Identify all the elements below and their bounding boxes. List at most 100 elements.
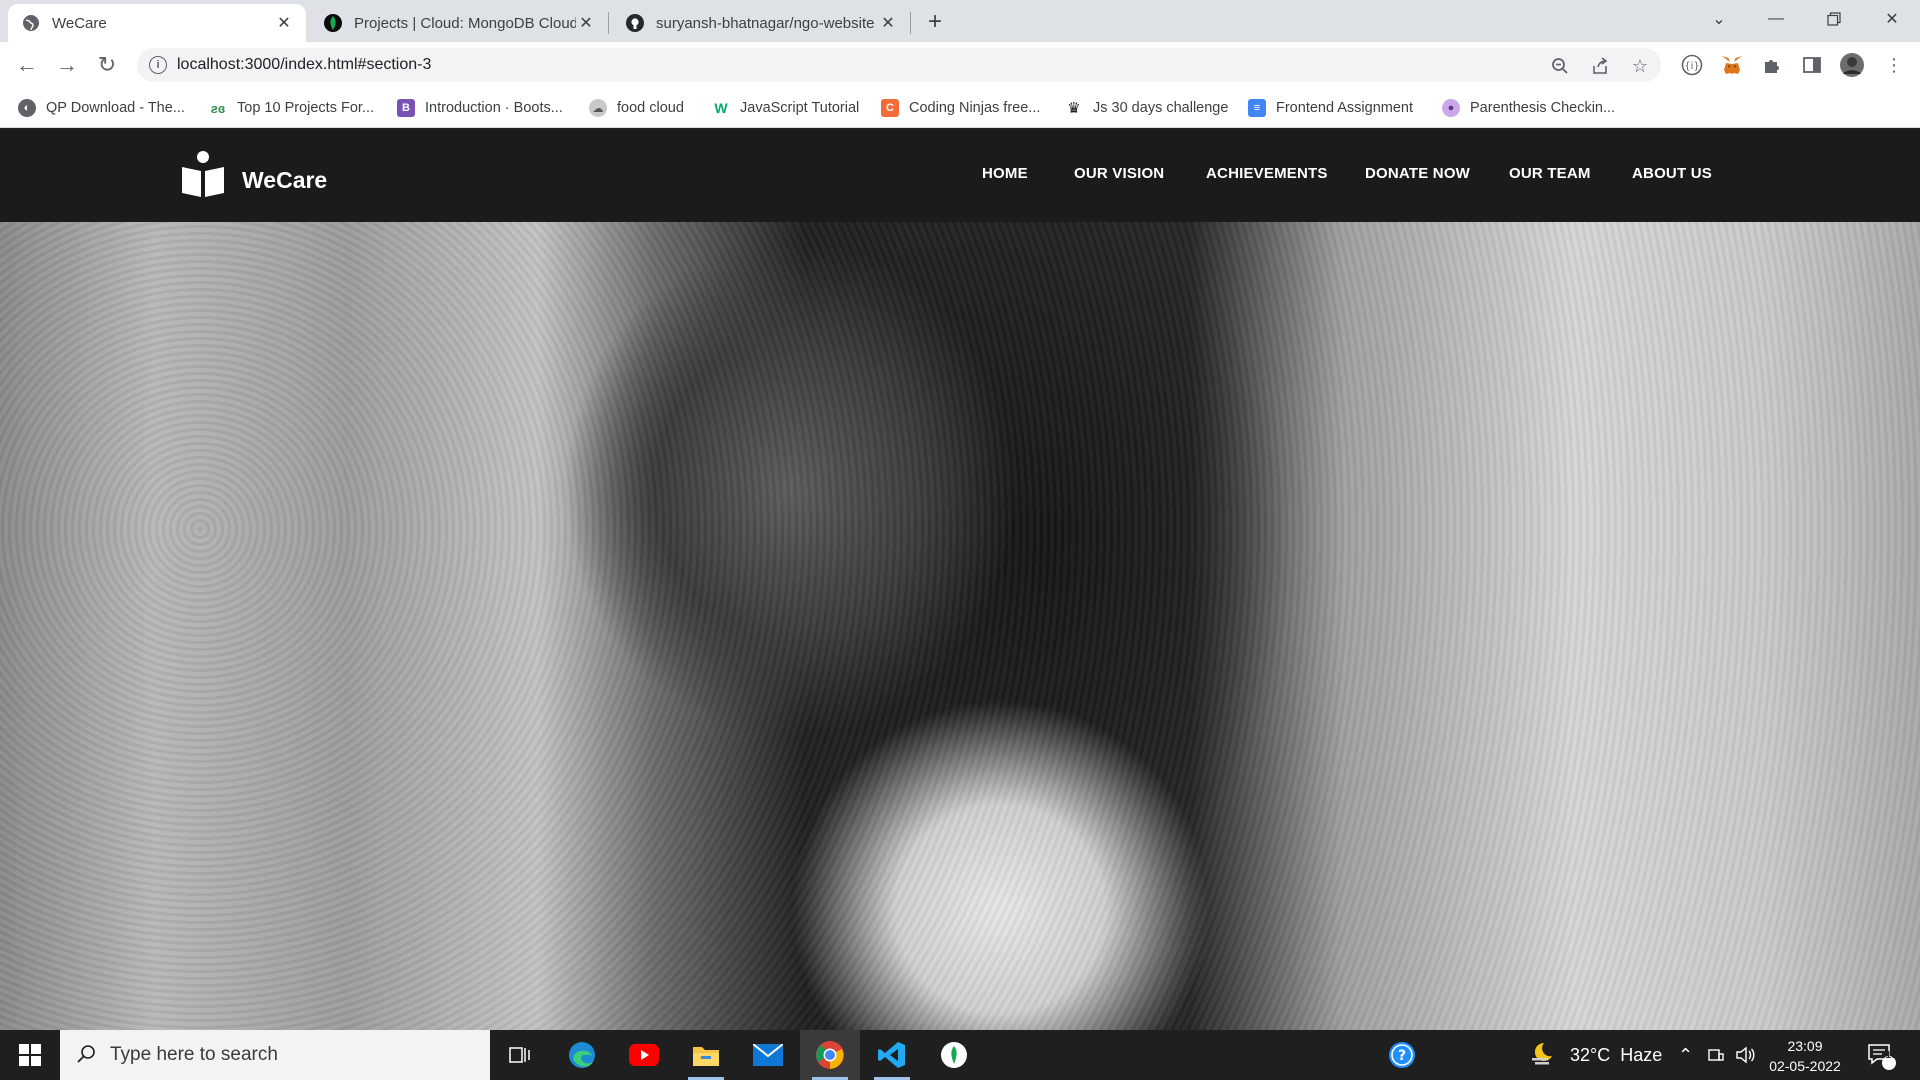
site-navbar: WeCare HOME OUR VISION ACHIEVEMENTS DONA… (0, 129, 1920, 222)
tab-mongodb[interactable]: Projects | Cloud: MongoDB Cloud ✕ (310, 4, 608, 42)
bookmark-star-icon[interactable]: ☆ (1629, 55, 1651, 77)
bookmark-item[interactable]: ♛ Js 30 days challenge (1065, 97, 1228, 119)
nav-donate-now[interactable]: DONATE NOW (1365, 165, 1470, 182)
close-tab-icon[interactable]: ✕ (274, 13, 294, 33)
globe-icon (22, 14, 40, 32)
extension-circle-icon[interactable]: {i} (1678, 51, 1706, 79)
network-icon[interactable] (1707, 1030, 1725, 1080)
bookmark-item[interactable]: W JavaScript Tutorial (712, 97, 859, 119)
site-info-icon[interactable]: i (149, 56, 167, 74)
clock-date: 02-05-2022 (1769, 1058, 1841, 1074)
notification-count-badge: 16 (1885, 1050, 1897, 1061)
nav-our-team[interactable]: OUR TEAM (1509, 165, 1591, 182)
close-tab-icon[interactable]: ✕ (878, 13, 898, 33)
tab-separator (910, 12, 911, 34)
system-clock[interactable]: 23:09 02-05-2022 (1755, 1036, 1855, 1076)
reload-icon[interactable]: ↻ (91, 49, 123, 81)
show-hidden-icons-chevron-icon[interactable]: ⌃ (1678, 1030, 1693, 1080)
file-explorer-icon[interactable] (676, 1030, 736, 1080)
bookmark-item[interactable]: ƨɞ Top 10 Projects For... (209, 97, 374, 119)
weather-text: 32°C Haze (1570, 1044, 1663, 1065)
zoom-icon[interactable] (1549, 55, 1571, 77)
mail-icon[interactable] (738, 1030, 798, 1080)
hero-image (0, 129, 1920, 1030)
notifications-icon[interactable]: 16 (1866, 1030, 1897, 1080)
tab-search-chevron-icon[interactable]: ⌄ (1693, 0, 1745, 38)
extensions-puzzle-icon[interactable] (1758, 51, 1786, 79)
bookmark-item[interactable]: ≡ Frontend Assignment (1248, 97, 1413, 119)
bookmark-label: food cloud (617, 100, 684, 116)
vscode-icon[interactable] (862, 1030, 922, 1080)
tab-title: WeCare (52, 14, 107, 32)
bookmark-label: JavaScript Tutorial (740, 100, 860, 116)
side-panel-icon[interactable] (1798, 51, 1826, 79)
address-bar[interactable]: i localhost:3000/index.html#section-3 ☆ (137, 48, 1661, 82)
bookmark-item[interactable]: ● Parenthesis Checkin... (1442, 97, 1615, 119)
mongodb-compass-icon[interactable] (924, 1030, 984, 1080)
clock-time: 23:09 (1787, 1038, 1823, 1054)
food-cloud-icon: ☁ (589, 99, 607, 117)
mongodb-leaf-icon (324, 14, 342, 32)
tab-separator (608, 12, 609, 34)
open-book-person-icon (182, 151, 224, 197)
metamask-fox-icon[interactable] (1718, 51, 1746, 79)
close-tab-icon[interactable]: ✕ (576, 13, 596, 33)
share-icon[interactable] (1589, 55, 1611, 77)
site-logo[interactable]: WeCare (180, 150, 327, 198)
profile-avatar-icon[interactable] (1838, 51, 1866, 79)
taskbar-search-input[interactable]: Type here to search (60, 1030, 490, 1080)
task-view-icon[interactable] (490, 1030, 550, 1080)
browser-toolbar: ← → ↻ i localhost:3000/index.html#sectio… (0, 42, 1920, 88)
bookmark-item[interactable]: C Coding Ninjas free... (881, 97, 1040, 119)
tab-title: Projects | Cloud: MongoDB Cloud (354, 14, 576, 32)
new-tab-plus-icon[interactable]: + (921, 8, 949, 36)
nav-about-us[interactable]: ABOUT US (1632, 165, 1712, 182)
restore-icon[interactable] (1808, 0, 1860, 38)
tab-github[interactable]: suryansh-bhatnagar/ngo-website ✕ (612, 4, 910, 42)
tab-wecare[interactable]: WeCare ✕ (8, 4, 306, 42)
bookmarks-bar: ◐ QP Download - The... ƨɞ Top 10 Project… (0, 88, 1920, 128)
minimize-icon[interactable]: — (1750, 0, 1802, 38)
chrome-icon[interactable] (800, 1030, 860, 1080)
svg-text:?: ? (1398, 1048, 1406, 1064)
windows-taskbar: Type here to search ? 32°C Haze ⌃ 23:09 … (0, 1030, 1920, 1080)
nav-our-vision[interactable]: OUR VISION (1074, 165, 1164, 182)
forward-arrow-icon[interactable]: → (51, 49, 83, 81)
logo-text: WeCare (242, 166, 328, 193)
edge-icon[interactable] (552, 1030, 612, 1080)
moon-haze-icon (1530, 1041, 1556, 1070)
bookmark-item[interactable]: B Introduction · Boots... (397, 97, 563, 119)
coding-ninjas-icon: C (881, 99, 899, 117)
tab-title: suryansh-bhatnagar/ngo-website (656, 14, 875, 32)
nav-achievements[interactable]: ACHIEVEMENTS (1206, 165, 1328, 182)
github-icon (626, 14, 644, 32)
bookmark-label: QP Download - The... (46, 100, 185, 116)
docs-icon: ≡ (1248, 99, 1266, 117)
svg-text:{i}: {i} (1684, 61, 1700, 72)
volume-icon[interactable] (1736, 1030, 1756, 1080)
bookmark-label: Js 30 days challenge (1093, 100, 1229, 116)
globe-icon: ◐ (18, 99, 36, 117)
browser-tab-strip: WeCare ✕ Projects | Cloud: MongoDB Cloud… (0, 0, 1920, 42)
chrome-menu-kebab-icon[interactable]: ⋮ (1880, 51, 1908, 79)
help-icon[interactable]: ? (1388, 1030, 1416, 1080)
weather-widget[interactable]: 32°C Haze (1530, 1030, 1662, 1080)
windows-start-icon[interactable] (0, 1030, 60, 1080)
page-viewport: WeCare HOME OUR VISION ACHIEVEMENTS DONA… (0, 129, 1920, 1030)
nav-home[interactable]: HOME (982, 165, 1028, 182)
bookmark-label: Coding Ninjas free... (909, 100, 1041, 116)
w3schools-icon: W (714, 100, 728, 116)
bootstrap-icon: B (397, 99, 415, 117)
youtube-icon[interactable] (614, 1030, 674, 1080)
back-arrow-icon[interactable]: ← (11, 49, 43, 81)
close-window-icon[interactable]: ✕ (1866, 0, 1918, 38)
crown-icon: ♛ (1067, 100, 1081, 117)
bookmark-item[interactable]: ◐ QP Download - The... (18, 97, 185, 119)
url-text[interactable]: localhost:3000/index.html#section-3 (177, 56, 431, 74)
search-placeholder: Type here to search (110, 1044, 278, 1065)
gfg-icon: ƨɞ (210, 100, 226, 116)
bookmark-item[interactable]: ☁ food cloud (589, 97, 684, 119)
avatar-icon: ● (1442, 99, 1460, 117)
bookmark-label: Frontend Assignment (1276, 100, 1414, 116)
bookmark-label: Parenthesis Checkin... (1470, 100, 1616, 116)
